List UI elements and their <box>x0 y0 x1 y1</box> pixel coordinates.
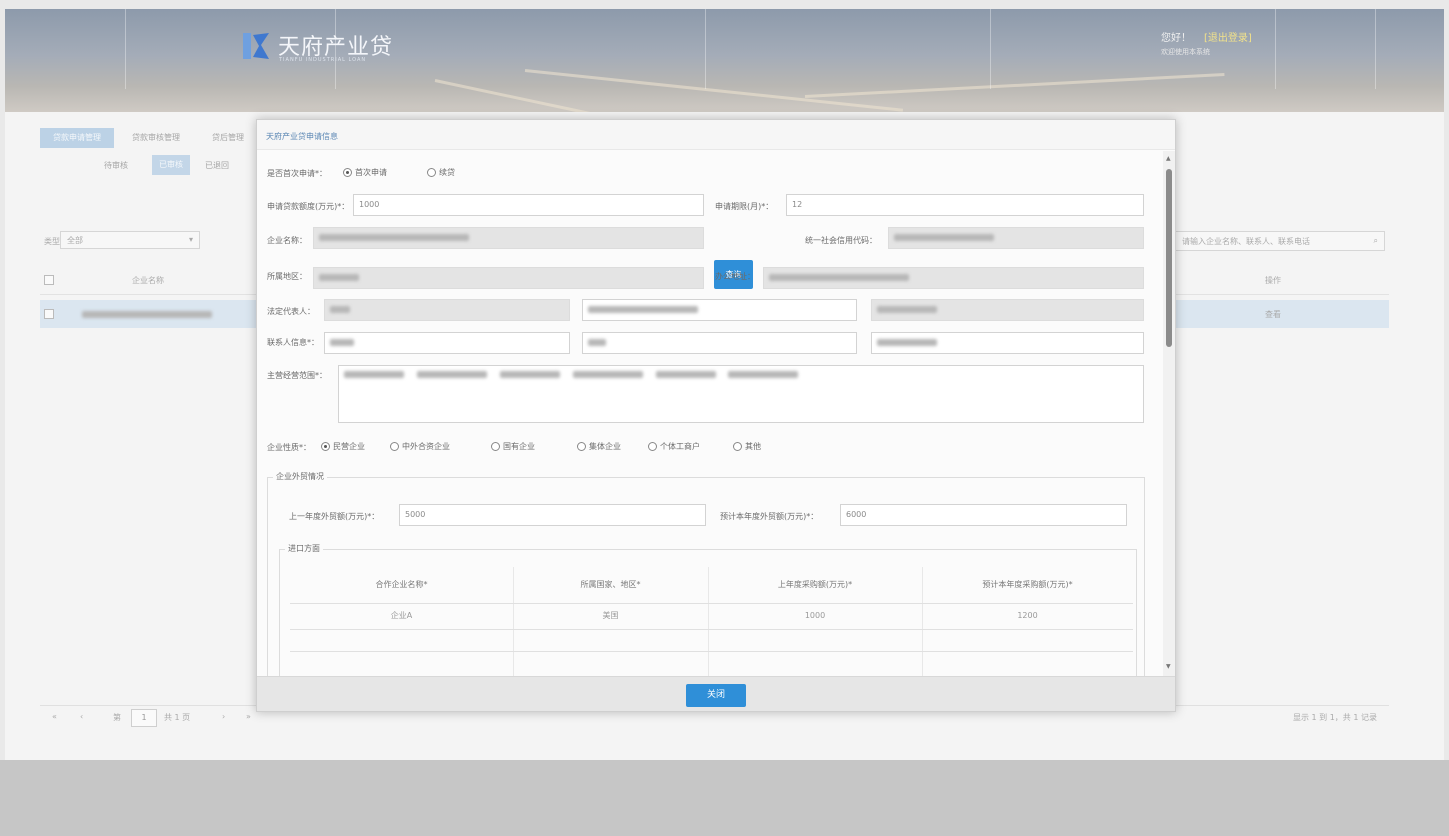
first-apply-radio[interactable]: 首次申请 <box>343 167 387 178</box>
page-footer <box>0 760 1449 836</box>
nature-collective-radio[interactable]: 集体企业 <box>577 441 621 452</box>
last-year-trade-label: 上一年度外贸额(万元)*： <box>289 512 380 521</box>
dialog-header: 天府产业贷申请信息 <box>257 120 1175 150</box>
loan-application-dialog: 天府产业贷申请信息 是否首次申请*： 首次申请 续贷 申请贷款额度(万元)*： … <box>256 119 1176 712</box>
user-subtitle: 欢迎使用本系统 <box>1161 48 1210 56</box>
enterprise-nature-label: 企业性质*： <box>267 443 311 452</box>
legal-rep-phone-input[interactable] <box>871 299 1144 321</box>
close-button[interactable]: 关闭 <box>686 684 746 707</box>
logo-icon <box>243 33 269 59</box>
dialog-title: 天府产业贷申请信息 <box>266 132 338 141</box>
nature-individual-radio[interactable]: 个体工商户 <box>648 441 700 452</box>
tab-post-loan[interactable]: 贷后管理 <box>212 128 244 148</box>
tab-loan-apply[interactable]: 贷款申请管理 <box>40 128 114 148</box>
nature-state-radio[interactable]: 国有企业 <box>491 441 535 452</box>
dialog-body: 是否首次申请*： 首次申请 续贷 申请贷款额度(万元)*： 1000 申请期限(… <box>257 151 1175 676</box>
region-input[interactable] <box>313 267 704 289</box>
row-checkbox[interactable] <box>44 309 54 319</box>
renew-radio[interactable]: 续贷 <box>427 167 455 178</box>
region-label: 所属地区： <box>267 272 307 281</box>
scroll-thumb[interactable] <box>1166 169 1172 347</box>
contact-position-input[interactable] <box>582 332 857 354</box>
filter-select[interactable]: 全部 ▾ <box>60 231 200 249</box>
subtab-returned[interactable]: 已退回 <box>205 157 229 175</box>
contact-name-input[interactable] <box>324 332 570 354</box>
last-year-trade-input[interactable]: 5000 <box>399 504 706 526</box>
loan-term-input[interactable]: 12 <box>786 194 1144 216</box>
business-scope-textarea[interactable] <box>338 365 1144 423</box>
pager-total: 共 1 页 <box>164 713 191 722</box>
logout-link[interactable]: [退出登录] <box>1204 29 1252 44</box>
page-number-input[interactable]: 1 <box>131 709 157 727</box>
search-input[interactable]: 请输入企业名称、联系人、联系电话 ⌕ <box>1175 231 1385 251</box>
loan-amount-label: 申请贷款额度(万元)*： <box>267 202 350 211</box>
col-this-year-purchase: 预计本年度采购额(万元)* <box>982 580 1073 589</box>
contact-phone-input[interactable] <box>871 332 1144 354</box>
col-partner: 合作企业名称* <box>375 580 428 589</box>
pager-prev[interactable]: ‹ <box>80 712 83 721</box>
scroll-up-icon[interactable]: ▲ <box>1166 155 1171 162</box>
row-view-link[interactable]: 查看 <box>1265 309 1281 320</box>
col-last-year-purchase: 上年度采购额(万元)* <box>777 580 853 589</box>
loan-amount-input[interactable]: 1000 <box>353 194 704 216</box>
header-banner: 天府产业贷 TIANFU INDUSTRIAL LOAN 您好！ [退出登录] … <box>5 9 1444 112</box>
logo-subtitle: TIANFU INDUSTRIAL LOAN <box>279 57 367 63</box>
subtab-reviewed[interactable]: 已审核 <box>152 155 190 175</box>
contact-label: 联系人信息*： <box>267 338 319 347</box>
first-apply-label: 是否首次申请*： <box>267 169 327 178</box>
credit-code-input[interactable] <box>888 227 1144 249</box>
dialog-footer: 关闭 <box>257 676 1175 711</box>
credit-code-label: 统一社会信用代码： <box>805 236 877 245</box>
import-legend: 进口方面 <box>285 543 323 554</box>
business-scope-label: 主营经营范围*： <box>267 371 327 380</box>
foreign-trade-legend: 企业外贸情况 <box>273 471 327 482</box>
table-cell[interactable]: 美国 <box>513 605 708 627</box>
this-year-trade-input[interactable]: 6000 <box>840 504 1127 526</box>
legal-rep-id-input[interactable] <box>582 299 857 321</box>
nature-other-radio[interactable]: 其他 <box>733 441 761 452</box>
legal-rep-label: 法定代表人： <box>267 307 315 316</box>
pager-label: 第 <box>113 713 121 722</box>
record-count: 显示 1 到 1，共 1 记录 <box>1293 713 1377 722</box>
nature-private-radio[interactable]: 民营企业 <box>321 441 365 452</box>
select-all-checkbox[interactable] <box>44 275 54 285</box>
pager-first[interactable]: « <box>52 712 57 721</box>
pager-last[interactable]: » <box>246 712 251 721</box>
office-address-label: 办公地址： <box>715 272 755 281</box>
tab-loan-review[interactable]: 贷款审核管理 <box>132 128 180 148</box>
table-cell[interactable]: 企业A <box>290 605 513 627</box>
company-name-label: 企业名称： <box>267 236 307 245</box>
search-icon: ⌕ <box>1373 236 1378 245</box>
col-country: 所属国家、地区* <box>580 580 641 589</box>
this-year-trade-label: 预计本年度外贸额(万元)*： <box>720 512 819 521</box>
office-address-input[interactable] <box>763 267 1144 289</box>
user-welcome: 您好！ <box>1161 33 1191 44</box>
col-enterprise: 企业名称 <box>132 276 164 285</box>
col-action: 操作 <box>1265 276 1281 285</box>
nature-jv-radio[interactable]: 中外合资企业 <box>390 441 450 452</box>
table-cell[interactable]: 1200 <box>922 605 1133 627</box>
table-cell[interactable]: 1000 <box>708 605 922 627</box>
loan-term-label: 申请期限(月)*： <box>715 202 774 211</box>
company-name-input[interactable] <box>313 227 704 249</box>
scroll-down-icon[interactable]: ▼ <box>1166 663 1171 670</box>
pager-next[interactable]: › <box>222 712 225 721</box>
dialog-scrollbar[interactable]: ▲ ▼ <box>1163 151 1175 676</box>
legal-rep-name-input[interactable] <box>324 299 570 321</box>
subtab-pending[interactable]: 待审核 <box>104 157 128 175</box>
